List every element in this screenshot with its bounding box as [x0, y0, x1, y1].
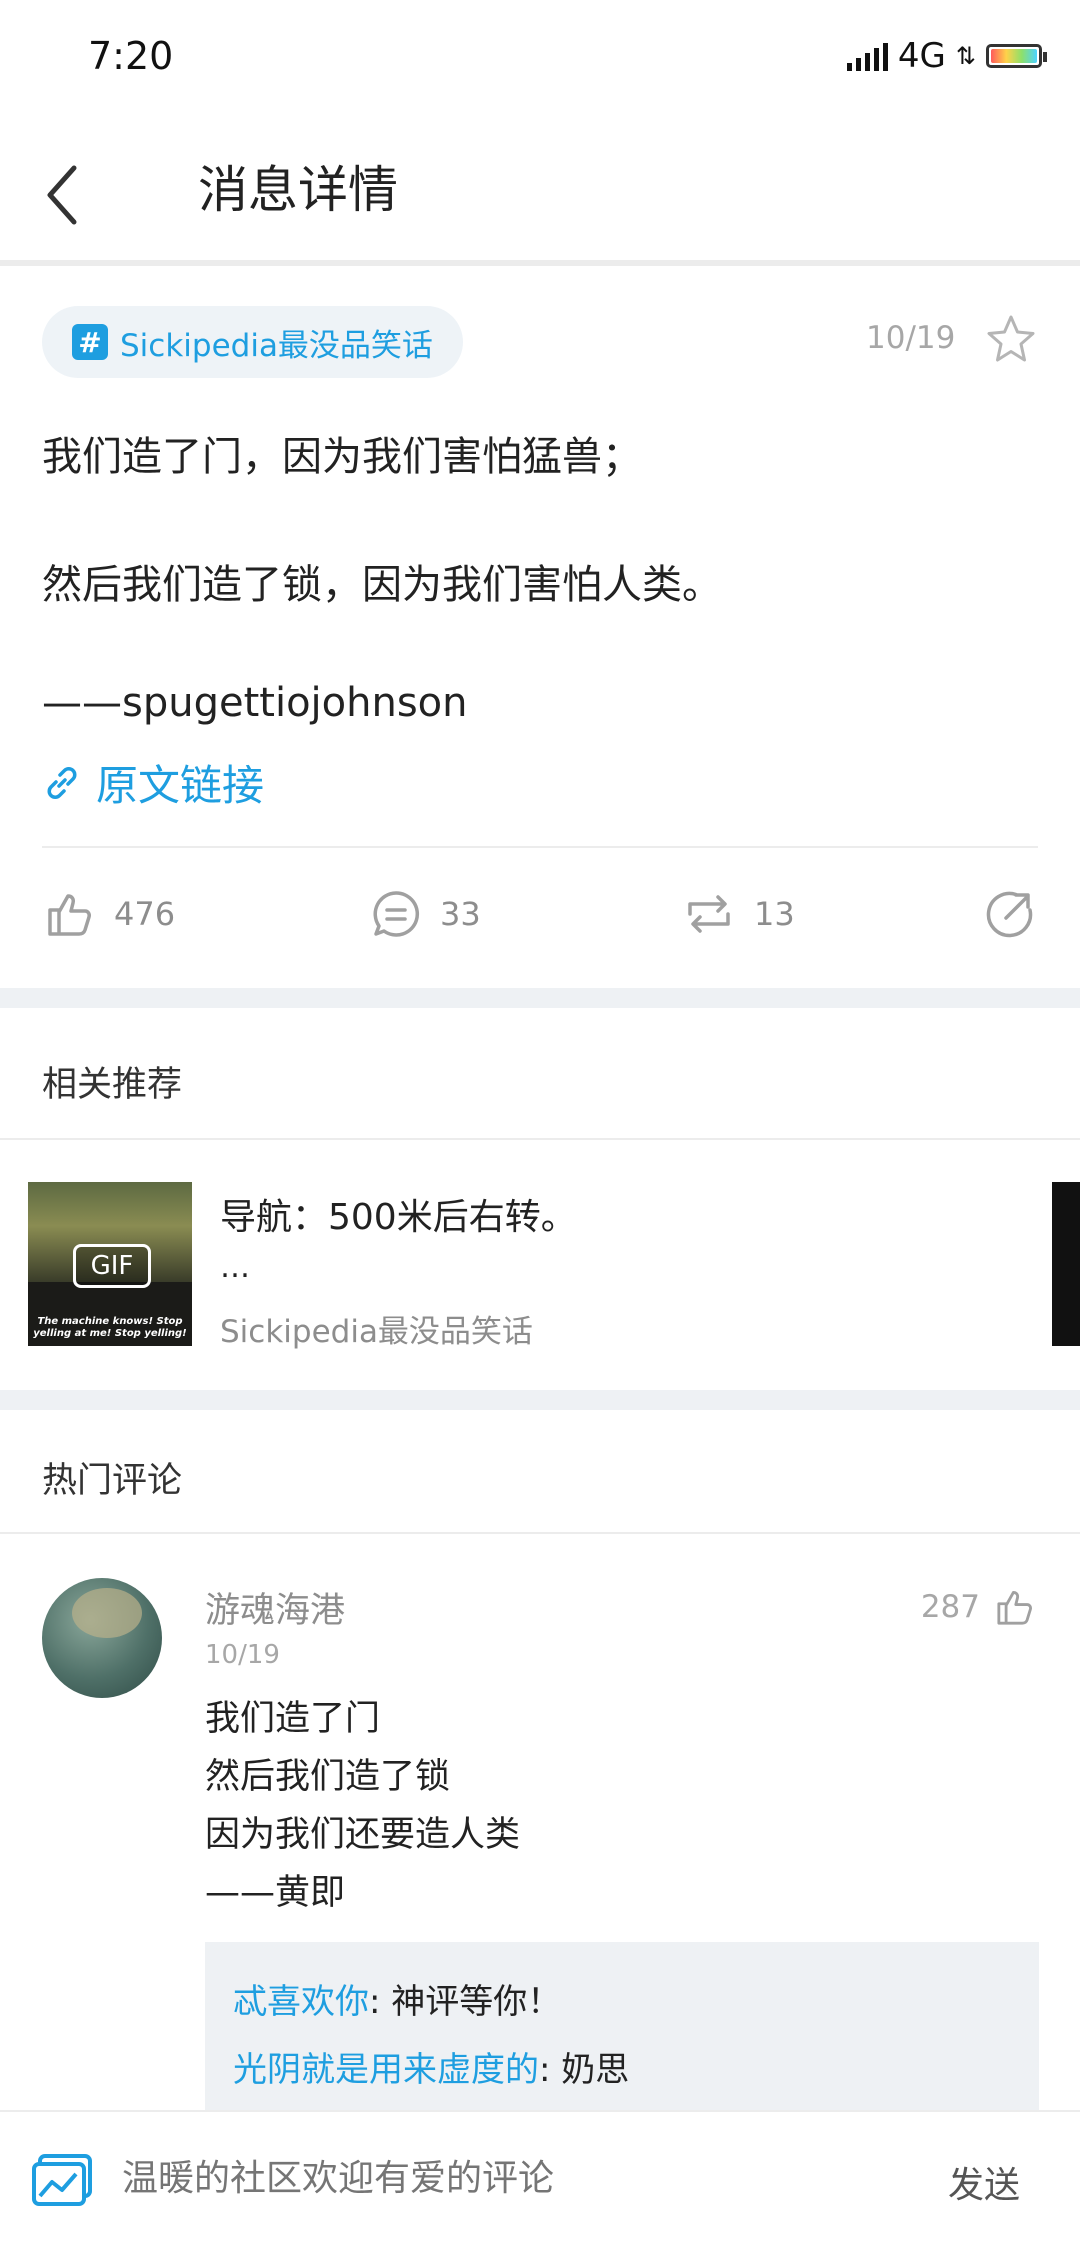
- thumbs-up-icon: [997, 1591, 1032, 1625]
- comment-text-line: 我们造了门: [205, 1699, 381, 1739]
- divider: [42, 846, 1038, 848]
- repost-icon: [688, 895, 730, 933]
- comment-like-count: 287: [920, 1589, 980, 1625]
- post-text-line: 然后我们造了锁，因为我们害怕人类。: [42, 562, 722, 608]
- source-link[interactable]: 原文链接: [42, 752, 264, 813]
- repost-count: 13: [754, 895, 795, 933]
- like-count: 476: [114, 895, 176, 933]
- hot-comments-title: 热门评论: [42, 1461, 183, 1501]
- reply-item: 光阴就是用来虚度的: 奶思: [233, 2042, 629, 2091]
- share-icon: [986, 891, 1033, 938]
- send-button[interactable]: 发送: [948, 2156, 1020, 2208]
- comment-text-line: ——黄即: [205, 1873, 346, 1913]
- related-thumbnail[interactable]: GIF The machine knows! Stop yelling at m…: [28, 1182, 192, 1346]
- reply-box[interactable]: 忒喜欢你: 神评等你！ 光阴就是用来虚度的: 奶思: [205, 1942, 1039, 2112]
- related-section-title: 相关推荐: [42, 1065, 183, 1105]
- gif-badge: GIF: [73, 1244, 151, 1288]
- comment-count: 33: [440, 895, 481, 933]
- comment-text-line: 因为我们还要造人类: [205, 1815, 521, 1855]
- topic-tag[interactable]: # Sickipedia最没品笑话: [42, 306, 463, 378]
- comment-date: 10/19: [205, 1640, 280, 1670]
- share-button[interactable]: [984, 888, 1036, 940]
- reply-text: : 神评等你！: [369, 1982, 562, 2022]
- star-icon[interactable]: [984, 313, 1038, 367]
- comment-text-line: 然后我们造了锁: [205, 1757, 451, 1797]
- next-item-edge: [1052, 1182, 1080, 1346]
- comment-bar: 发送: [0, 2110, 1080, 2250]
- related-title[interactable]: 导航：500米后右转。: [220, 1188, 577, 1240]
- post-text-line: ——spugettiojohnson: [42, 680, 468, 726]
- section-separator: [0, 1390, 1080, 1410]
- image-picker-icon[interactable]: [30, 2152, 94, 2208]
- related-source: Sickipedia最没品笑话: [220, 1314, 533, 1350]
- data-arrows-icon: ⇅: [955, 42, 976, 70]
- comment-username[interactable]: 游魂海港: [205, 1582, 345, 1633]
- reply-text: : 奶思: [539, 2050, 630, 2090]
- back-icon[interactable]: [40, 160, 90, 230]
- link-icon: [47, 766, 77, 799]
- comment-input[interactable]: [122, 2158, 822, 2199]
- status-icons: 4G ⇅: [846, 36, 1047, 76]
- divider: [0, 1532, 1080, 1534]
- reply-username[interactable]: 忒喜欢你: [233, 1982, 369, 2022]
- like-button[interactable]: 476: [44, 888, 175, 940]
- section-separator: [0, 988, 1080, 1008]
- signal-icon: [846, 41, 888, 71]
- comment-bubble-icon: [373, 891, 420, 937]
- hashtag-icon: #: [72, 324, 108, 360]
- page-title: 消息详情: [198, 161, 398, 219]
- thumbnail-caption: The machine knows! Stop yelling at me! S…: [33, 1316, 187, 1339]
- comment-button[interactable]: 33: [370, 888, 481, 940]
- divider: [0, 1138, 1080, 1140]
- header: 消息详情: [0, 100, 1080, 266]
- related-ellipsis: …: [220, 1250, 250, 1285]
- battery-icon: [986, 44, 1047, 68]
- thumbs-up-icon: [48, 894, 91, 936]
- avatar[interactable]: [42, 1578, 162, 1698]
- reply-username[interactable]: 光阴就是用来虚度的: [233, 2050, 539, 2090]
- source-link-label: 原文链接: [96, 761, 265, 810]
- network-label: 4G: [897, 36, 946, 76]
- topic-label: Sickipedia最没品笑话: [120, 327, 433, 364]
- post-text-line: 我们造了门，因为我们害怕猛兽；: [42, 434, 642, 480]
- status-time: 7:20: [88, 34, 174, 78]
- reply-item: 忒喜欢你: 神评等你！: [233, 1974, 561, 2023]
- post-date: 10/19: [866, 320, 956, 356]
- comment-like-button[interactable]: 287: [921, 1586, 1036, 1628]
- repost-button[interactable]: 13: [682, 888, 795, 940]
